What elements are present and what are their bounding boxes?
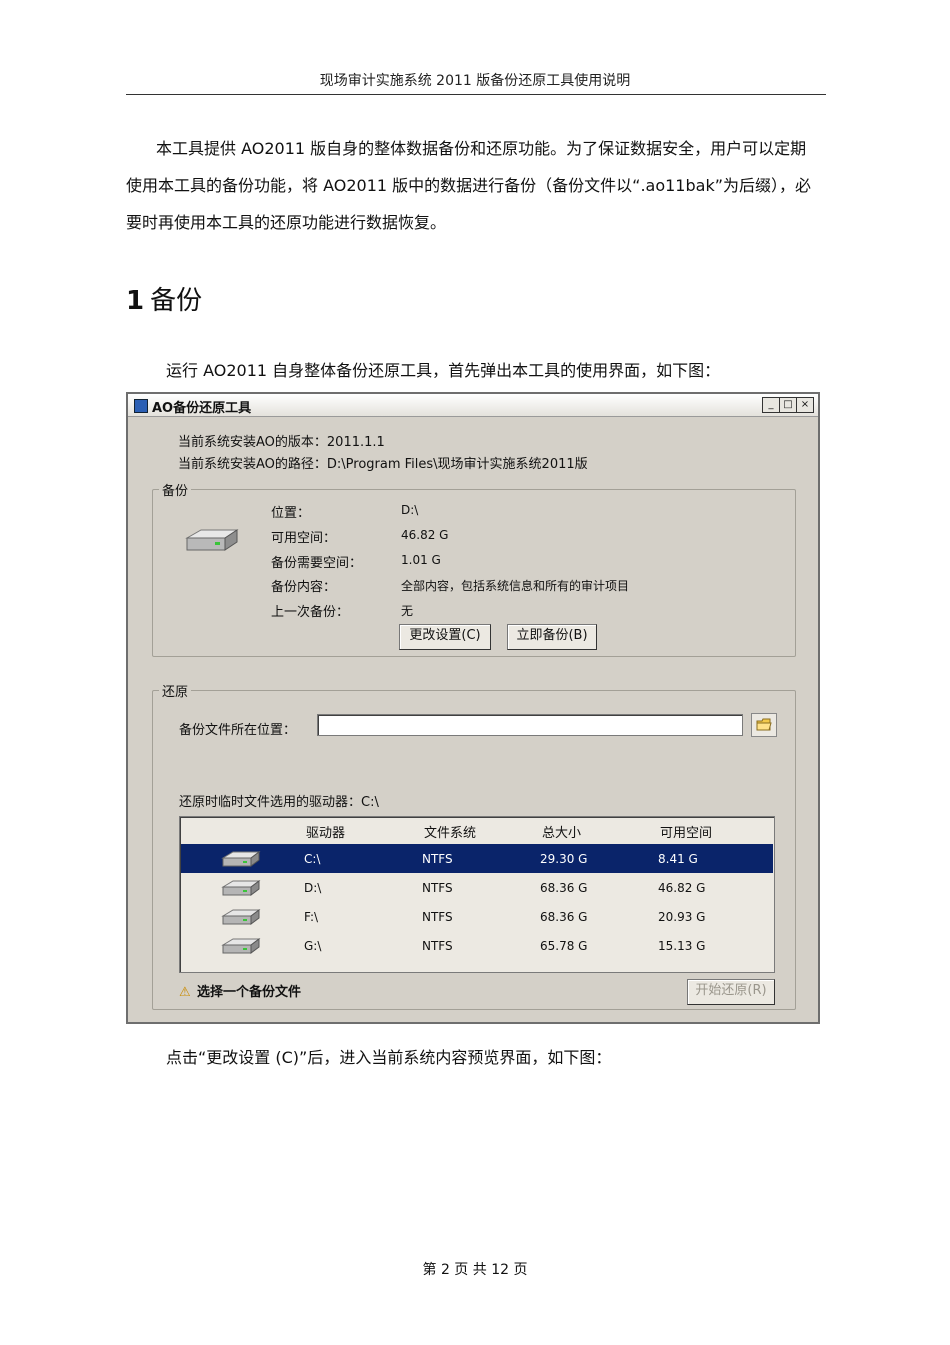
page-footer: 第 2 页 共 12 页 <box>422 1262 528 1278</box>
backup-file-label: 备份文件所在位置： <box>179 723 297 738</box>
minimize-button[interactable]: _ <box>762 397 780 413</box>
table-row[interactable]: G:\ NTFS 65.78 G 15.13 G <box>181 931 773 960</box>
figure-caption-2: 点击“更改设置 (C)”后，进入当前系统内容预览界面，如下图： <box>166 1048 612 1067</box>
table-row[interactable]: D:\ NTFS 68.36 G 46.82 G <box>181 873 773 902</box>
backup-content-value: 全部内容，包括系统信息和所有的审计项目 <box>401 579 630 593</box>
section-heading: 1 备份 <box>126 280 202 317</box>
path-info: 当前系统安装AO的路径：D:\Program Files\现场审计实施系统201… <box>178 457 588 472</box>
required-space-label: 备份需要空间： <box>271 556 363 571</box>
drive-cell: G:\ <box>304 939 322 953</box>
free-space-cell: 20.93 G <box>658 910 706 924</box>
window-title: AO备份还原工具 <box>152 401 252 416</box>
backup-content-label: 备份内容： <box>271 580 337 595</box>
intro-text: 本工具提供 AO2011 版自身的整体数据备份和还原功能。为了保证数据安全，用户… <box>126 139 811 232</box>
hard-drive-icon <box>221 851 261 867</box>
location-value: D:\ <box>401 503 419 517</box>
folder-icon <box>756 718 772 730</box>
backup-file-input[interactable] <box>317 714 743 736</box>
hard-drive-icon <box>221 938 261 954</box>
total-size-cell: 68.36 G <box>540 910 588 924</box>
temp-drive-label: 还原时临时文件选用的驱动器：C:\ <box>179 795 379 810</box>
last-backup-label: 上一次备份： <box>271 605 350 620</box>
free-space-cell: 46.82 G <box>658 881 706 895</box>
restore-legend: 还原 <box>159 681 192 700</box>
page-header: 现场审计实施系统 2011 版备份还原工具使用说明 <box>319 73 631 89</box>
last-backup-value: 无 <box>401 604 414 618</box>
section-title: 备份 <box>150 286 203 316</box>
version-info: 当前系统安装AO的版本：2011.1.1 <box>178 435 385 450</box>
status-message: ⚠ 选择一个备份文件 <box>179 981 301 1000</box>
restore-group: 还原 备份文件所在位置： 还原时临时文件选用的驱动器：C:\ 驱动器 文件系统 … <box>152 681 796 1010</box>
warning-icon: ⚠ <box>179 985 191 1000</box>
start-restore-button[interactable]: 开始还原(R) <box>687 979 775 1005</box>
app-icon <box>134 399 148 413</box>
total-size-cell: 68.36 G <box>540 881 588 895</box>
section-number: 1 <box>126 286 145 316</box>
column-header-filesystem[interactable]: 文件系统 <box>424 822 476 841</box>
backup-legend: 备份 <box>159 480 192 499</box>
close-button[interactable]: × <box>796 397 814 413</box>
warning-text: 选择一个备份文件 <box>197 985 302 1000</box>
maximize-button[interactable]: □ <box>779 397 797 413</box>
table-row[interactable]: F:\ NTFS 68.36 G 20.93 G <box>181 902 773 931</box>
backup-now-button[interactable]: 立即备份(B) <box>507 624 597 650</box>
column-header-free-space[interactable]: 可用空间 <box>660 822 712 841</box>
column-header-total-size[interactable]: 总大小 <box>542 822 581 841</box>
filesystem-cell: NTFS <box>422 939 453 953</box>
hard-drive-icon <box>221 880 261 896</box>
total-size-cell: 65.78 G <box>540 939 588 953</box>
required-space-value: 1.01 G <box>401 553 441 567</box>
hard-drive-icon <box>221 909 261 925</box>
hard-drive-icon <box>185 529 239 551</box>
drive-cell: F:\ <box>304 910 319 924</box>
table-row[interactable]: C:\ NTFS 29.30 G 8.41 G <box>181 844 773 873</box>
drive-cell: C:\ <box>304 852 321 866</box>
drive-table: 驱动器 文件系统 总大小 可用空间 C:\ NTFS 29.30 G 8.41 … <box>179 816 775 973</box>
filesystem-cell: NTFS <box>422 910 453 924</box>
header-rule <box>126 94 826 95</box>
column-header-drive[interactable]: 驱动器 <box>306 822 345 841</box>
figure-caption-1: 运行 AO2011 自身整体备份还原工具，首先弹出本工具的使用界面，如下图： <box>166 361 721 380</box>
location-label: 位置： <box>271 506 311 521</box>
free-space-label: 可用空间： <box>271 531 337 546</box>
intro-paragraph: 本工具提供 AO2011 版自身的整体数据备份和还原功能。为了保证数据安全，用户… <box>126 130 816 241</box>
filesystem-cell: NTFS <box>422 881 453 895</box>
title-bar[interactable]: AO备份还原工具 _ □ × <box>128 394 818 417</box>
total-size-cell: 29.30 G <box>540 852 588 866</box>
browse-folder-button[interactable] <box>751 713 777 737</box>
free-space-value: 46.82 G <box>401 528 449 542</box>
filesystem-cell: NTFS <box>422 852 453 866</box>
change-settings-button[interactable]: 更改设置(C) <box>399 624 491 650</box>
free-space-cell: 15.13 G <box>658 939 706 953</box>
free-space-cell: 8.41 G <box>658 852 698 866</box>
backup-group: 备份 位置： D:\ 可用空间： 46.82 G 备份需要空间： 1.01 G … <box>152 480 796 657</box>
drive-cell: D:\ <box>304 881 322 895</box>
backup-tool-window: AO备份还原工具 _ □ × 当前系统安装AO的版本：2011.1.1 当前系统… <box>126 392 820 1024</box>
